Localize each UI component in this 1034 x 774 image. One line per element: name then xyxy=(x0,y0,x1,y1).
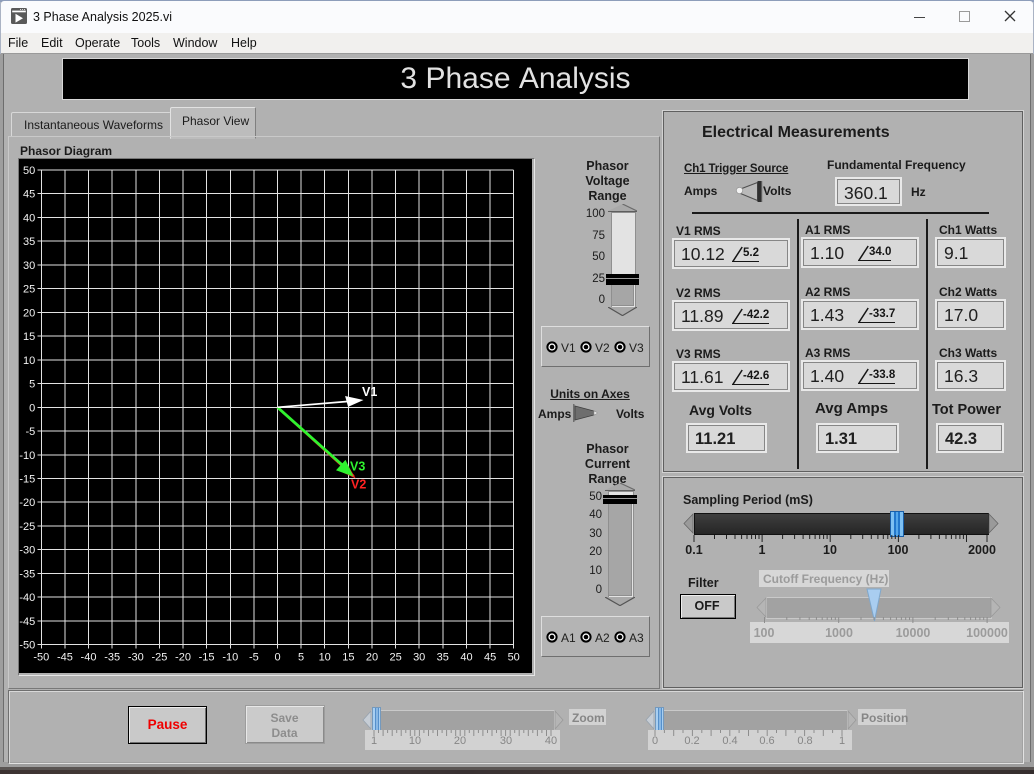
svg-text:-45: -45 xyxy=(57,652,73,664)
svg-text:35: 35 xyxy=(437,652,449,664)
svg-text:30: 30 xyxy=(413,652,425,664)
svg-text:-20: -20 xyxy=(175,652,191,664)
svg-text:-35: -35 xyxy=(104,652,120,664)
svg-text:-5: -5 xyxy=(26,426,36,438)
svg-text:50: 50 xyxy=(23,165,35,177)
svg-text:-35: -35 xyxy=(19,568,35,580)
svg-text:30: 30 xyxy=(23,260,35,272)
svg-text:0: 0 xyxy=(29,402,35,414)
svg-text:V2: V2 xyxy=(351,478,366,492)
svg-text:-45: -45 xyxy=(19,616,35,628)
svg-text:20: 20 xyxy=(23,307,35,319)
svg-text:-30: -30 xyxy=(128,652,144,664)
svg-text:-15: -15 xyxy=(19,474,35,486)
svg-text:-20: -20 xyxy=(19,497,35,509)
svg-text:-15: -15 xyxy=(199,652,215,664)
svg-text:-30: -30 xyxy=(19,545,35,557)
svg-text:-40: -40 xyxy=(81,652,97,664)
svg-text:35: 35 xyxy=(23,236,35,248)
svg-text:25: 25 xyxy=(23,284,35,296)
svg-text:-10: -10 xyxy=(19,450,35,462)
svg-text:10: 10 xyxy=(319,652,331,664)
svg-text:40: 40 xyxy=(23,213,35,225)
svg-text:45: 45 xyxy=(23,189,35,201)
svg-text:-50: -50 xyxy=(33,652,49,664)
svg-text:45: 45 xyxy=(484,652,496,664)
svg-text:5: 5 xyxy=(298,652,304,664)
svg-text:0: 0 xyxy=(274,652,280,664)
svg-text:V3: V3 xyxy=(350,460,365,474)
svg-text:-25: -25 xyxy=(151,652,167,664)
svg-text:5: 5 xyxy=(29,379,35,391)
svg-text:-40: -40 xyxy=(19,592,35,604)
svg-text:25: 25 xyxy=(389,652,401,664)
svg-text:40: 40 xyxy=(460,652,472,664)
svg-text:20: 20 xyxy=(366,652,378,664)
svg-text:-10: -10 xyxy=(222,652,238,664)
svg-text:15: 15 xyxy=(23,331,35,343)
svg-text:15: 15 xyxy=(342,652,354,664)
svg-text:-5: -5 xyxy=(249,652,259,664)
svg-text:-25: -25 xyxy=(19,521,35,533)
svg-text:50: 50 xyxy=(508,652,520,664)
svg-text:-50: -50 xyxy=(19,640,35,652)
svg-text:10: 10 xyxy=(23,355,35,367)
svg-text:V1: V1 xyxy=(362,385,377,399)
